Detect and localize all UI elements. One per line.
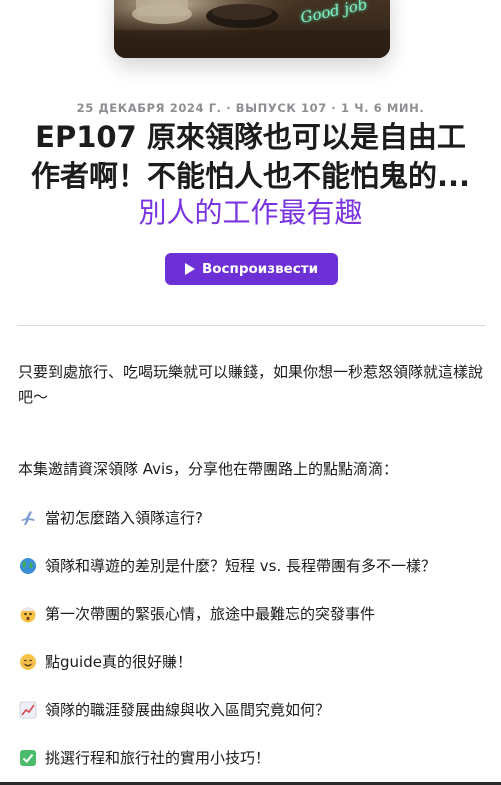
list-item: 挑選行程和旅行社的實用小技巧！: [18, 746, 488, 770]
check-mark-icon: [18, 749, 37, 768]
globe-icon: [18, 557, 37, 576]
divider: [17, 325, 486, 326]
list-item: 第一次帶團的緊張心情，旅途中最難忘的突發事件: [18, 602, 488, 626]
smiling-face-icon: [18, 653, 37, 672]
podcast-author-link[interactable]: 別人的工作最有趣: [0, 193, 501, 233]
episode-title-line1: EP107 原來領隊也可以是自由工: [35, 120, 466, 154]
list-item: 當初怎麼踏入領隊這行?: [18, 506, 488, 530]
list-item: 點guide真的很好賺！: [18, 650, 488, 674]
list-item-text: 第一次帶團的緊張心情，旅途中最難忘的突發事件: [45, 605, 376, 623]
shocked-face-icon: [18, 605, 37, 624]
list-item-text: 領隊和導遊的差別是什麼？短程 vs. 長程帶團有多不一樣？: [45, 557, 436, 575]
description-guest-line: 本集邀請資深領隊 Avis，分享他在帶團路上的點點滴滴：: [18, 460, 399, 478]
list-item-text: 點guide真的很好賺！: [45, 653, 192, 671]
list-item: 領隊的職涯發展曲線與收入區間究竟如何？: [18, 698, 488, 722]
list-item: 領隊和導遊的差別是什麼？短程 vs. 長程帶團有多不一樣？: [18, 554, 488, 578]
list-item-text: 當初怎麼踏入領隊這行?: [45, 509, 203, 527]
play-icon: [184, 263, 195, 275]
description-intro-text: 只要到處旅行、吃喝玩樂就可以賺錢，如果你想一秒惹怒領隊就這樣說吧～: [18, 363, 484, 406]
episode-meta: 25 ДЕКАБРЯ 2024 Г. · ВЫПУСК 107 · 1 Ч. 6…: [76, 101, 425, 115]
episode-title-line2: 作者啊！不能怕人也不能怕鬼的...: [30, 159, 471, 193]
airplane-icon: [18, 509, 37, 528]
list-item-text: 挑選行程和旅行社的實用小技巧！: [45, 749, 271, 767]
list-item-text: 領隊的職涯發展曲線與收入區間究竟如何？: [45, 701, 331, 719]
chart-increasing-icon: [18, 701, 37, 720]
play-button[interactable]: Воспроизвести: [165, 253, 338, 285]
episode-cover-image: Good job: [114, 0, 390, 58]
episode-title: EP107 原來領隊也可以是自由工 作者啊！不能怕人也不能怕鬼的...: [10, 118, 491, 196]
description-intro: 只要到處旅行、吃喝玩樂就可以賺錢，如果你想一秒惹怒領隊就這樣說吧～: [18, 360, 484, 410]
play-button-label: Воспроизвести: [201, 261, 319, 277]
